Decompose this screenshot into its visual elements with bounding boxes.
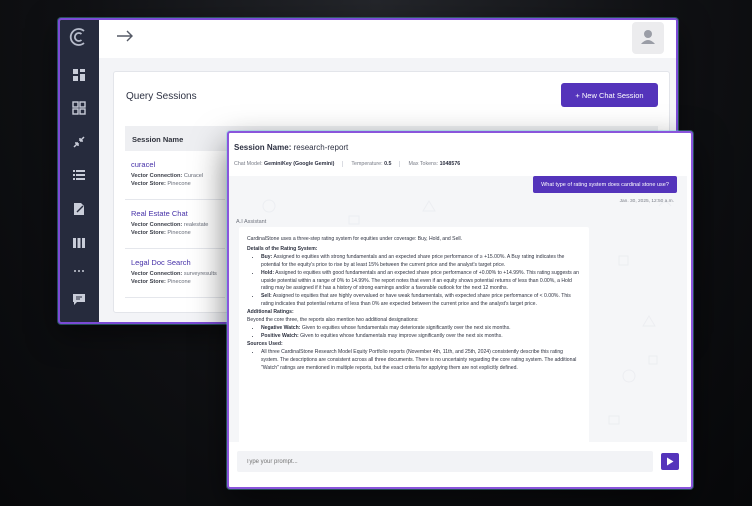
vector-store: Vector Store: Pinecone [131,279,191,285]
user-message-bubble: What type of rating system does cardinal… [533,176,677,193]
grid-icon[interactable] [71,100,87,116]
vector-connection: Vector Connection: Curacel [131,173,204,179]
reply-heading: Details of the Rating System: [247,245,318,252]
sources-list: All three CardinalStone Research Model E… [247,349,581,373]
row-divider [125,199,225,200]
session-row-legal-doc-search[interactable]: Legal Doc Search Vector Connection: surv… [131,258,241,286]
reply-intro: CardinalStone uses a three-step rating s… [247,236,463,242]
user-avatar-icon [641,30,655,44]
vector-store: Vector Store: Pinecone [131,230,191,236]
chat-messages-area[interactable]: What type of rating system does cardinal… [229,176,687,442]
list-icon[interactable] [71,167,87,183]
column-header-session-name[interactable]: Session Name [132,135,183,144]
session-name-link[interactable]: Legal Doc Search [131,258,241,267]
session-title: Session Name: research-report [234,143,349,152]
avatar[interactable] [632,22,664,54]
assistant-message: CardinalStone uses a three-step rating s… [239,227,589,442]
page-title: Query Sessions [126,91,197,102]
new-chat-session-button[interactable]: + New Chat Session [561,83,658,107]
list-item: Positive Watch: Given to equities whose … [261,333,581,341]
app-logo-icon[interactable] [69,27,89,47]
vector-connection: Vector Connection: surveyresults [131,271,217,277]
more-horizontal-icon[interactable] [71,263,87,279]
chat-session-window: Session Name: research-report Chat Model… [227,131,693,489]
rating-details-list: Buy: Assigned to equities with strong fu… [247,254,581,309]
list-item: Buy: Assigned to equities with strong fu… [261,254,581,270]
list-item: Hold: Assigned to equities with good fun… [261,270,581,294]
columns-icon[interactable] [71,235,87,251]
arrow-right-icon[interactable] [115,28,135,44]
temperature-info: Temperature: 0.5 [351,161,401,167]
edit-document-icon[interactable] [71,201,87,217]
additional-ratings-list: Negative Watch: Given to equities whose … [247,325,581,341]
list-item: All three CardinalStone Research Model E… [261,349,581,373]
vector-connection: Vector Connection: realestate [131,222,209,228]
chat-bubble-icon[interactable] [71,291,87,307]
send-play-icon [667,457,674,466]
list-item: Negative Watch: Given to equities whose … [261,325,581,333]
send-button[interactable] [661,453,679,470]
session-name-link[interactable]: Real Estate Chat [131,209,241,218]
list-item: Sell: Assigned to equities that are high… [261,293,581,309]
model-info-bar: Chat Model: GeminiKey (Google Gemini) Te… [234,161,476,167]
top-bar [99,20,676,58]
session-row-curacel[interactable]: curacel Vector Connection: Curacel Vecto… [131,160,241,188]
row-divider [125,297,225,298]
reply-heading: Sources Used: [247,340,283,347]
sidebar [60,20,99,322]
max-tokens-info: Max Tokens: 1048576 [408,161,461,167]
row-divider [125,248,225,249]
reply-paragraph: Beyond the core three, the reports also … [247,317,419,324]
compress-arrows-icon[interactable] [71,134,87,150]
message-timestamp: Jan. 30, 2025, 12:50 a.m. [619,199,674,204]
session-row-real-estate-chat[interactable]: Real Estate Chat Vector Connection: real… [131,209,241,237]
dashboard-icon[interactable] [71,67,87,83]
prompt-input[interactable] [237,451,653,472]
reply-heading: Additional Ratings: [247,309,294,316]
session-name-link[interactable]: curacel [131,160,241,169]
vector-store: Vector Store: Pinecone [131,181,191,187]
assistant-label: A.I Assistant [236,219,267,225]
chat-model-info: Chat Model: GeminiKey (Google Gemini) [234,161,344,167]
